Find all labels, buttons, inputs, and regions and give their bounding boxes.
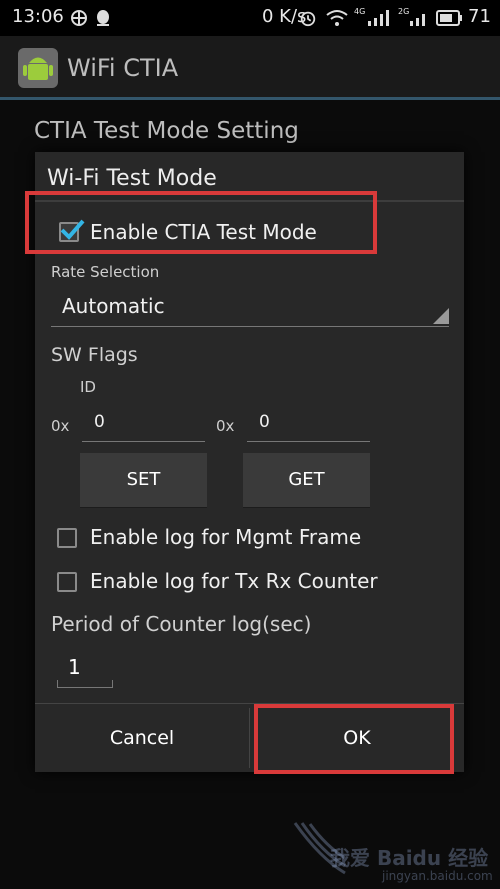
network-4g-label: 4G <box>354 7 366 16</box>
checkmark-icon <box>60 219 85 240</box>
preference-title[interactable]: CTIA Test Mode Setting <box>34 118 299 144</box>
status-bar: 13:06 0 K/s 4G 2G 71 <box>0 0 500 36</box>
set-hex-prefix: 0x <box>51 417 70 435</box>
set-value-input[interactable]: 0 <box>82 408 205 442</box>
get-value-input[interactable]: 0 <box>247 408 370 442</box>
title-divider <box>35 200 464 202</box>
log-mgmt-label: Enable log for Mgmt Frame <box>90 525 362 549</box>
period-label: Period of Counter log(sec) <box>51 612 312 636</box>
enable-ctia-checkbox[interactable] <box>59 219 85 242</box>
log-mgmt-checkbox-row[interactable]: Enable log for Mgmt Frame <box>55 522 395 554</box>
id-label: ID <box>80 378 96 396</box>
watermark-text: 我爱 Baidu 经验 <box>330 846 489 870</box>
get-hex-prefix: 0x <box>216 417 235 435</box>
rate-selection-label: Rate Selection <box>51 263 160 281</box>
sw-flags-label: SW Flags <box>51 344 138 366</box>
alarm-icon <box>300 11 316 27</box>
log-txrx-label: Enable log for Tx Rx Counter <box>90 569 378 593</box>
get-button[interactable]: GET <box>243 453 370 508</box>
status-time: 13:06 <box>12 6 64 27</box>
battery-level: 71 <box>468 6 491 27</box>
enable-ctia-label: Enable CTIA Test Mode <box>90 220 317 244</box>
set-button[interactable]: SET <box>80 453 207 508</box>
period-value: 1 <box>68 655 81 679</box>
dialog-title: Wi-Fi Test Mode <box>47 166 217 191</box>
network-2g-label: 2G <box>398 7 410 16</box>
set-value: 0 <box>94 412 105 432</box>
cancel-button[interactable]: Cancel <box>35 704 249 772</box>
wifi-test-mode-dialog: Wi-Fi Test Mode Enable CTIA Test Mode Ra… <box>35 152 464 772</box>
action-bar: WiFi CTIA <box>0 36 500 100</box>
app-title: WiFi CTIA <box>67 54 179 82</box>
log-mgmt-checkbox[interactable] <box>57 528 77 548</box>
log-txrx-checkbox[interactable] <box>57 572 77 592</box>
rate-selection-spinner[interactable]: Automatic <box>51 288 449 327</box>
notification-icon <box>71 10 87 26</box>
dropdown-triangle-icon <box>433 308 449 324</box>
battery-icon <box>436 10 462 26</box>
wifi-icon <box>326 10 348 26</box>
enable-ctia-checkbox-row[interactable]: Enable CTIA Test Mode <box>55 216 355 248</box>
baidu-watermark: 我爱 Baidu 经验 jingyan.baidu.com <box>290 812 500 889</box>
log-txrx-checkbox-row[interactable]: Enable log for Tx Rx Counter <box>55 566 415 598</box>
qq-icon <box>97 10 109 26</box>
ok-button[interactable]: OK <box>250 704 464 772</box>
period-input[interactable]: 1 <box>57 652 113 688</box>
get-value: 0 <box>259 412 270 432</box>
android-app-icon[interactable] <box>18 48 58 88</box>
rate-selection-value: Automatic <box>62 294 165 318</box>
watermark-url: jingyan.baidu.com <box>382 869 493 883</box>
